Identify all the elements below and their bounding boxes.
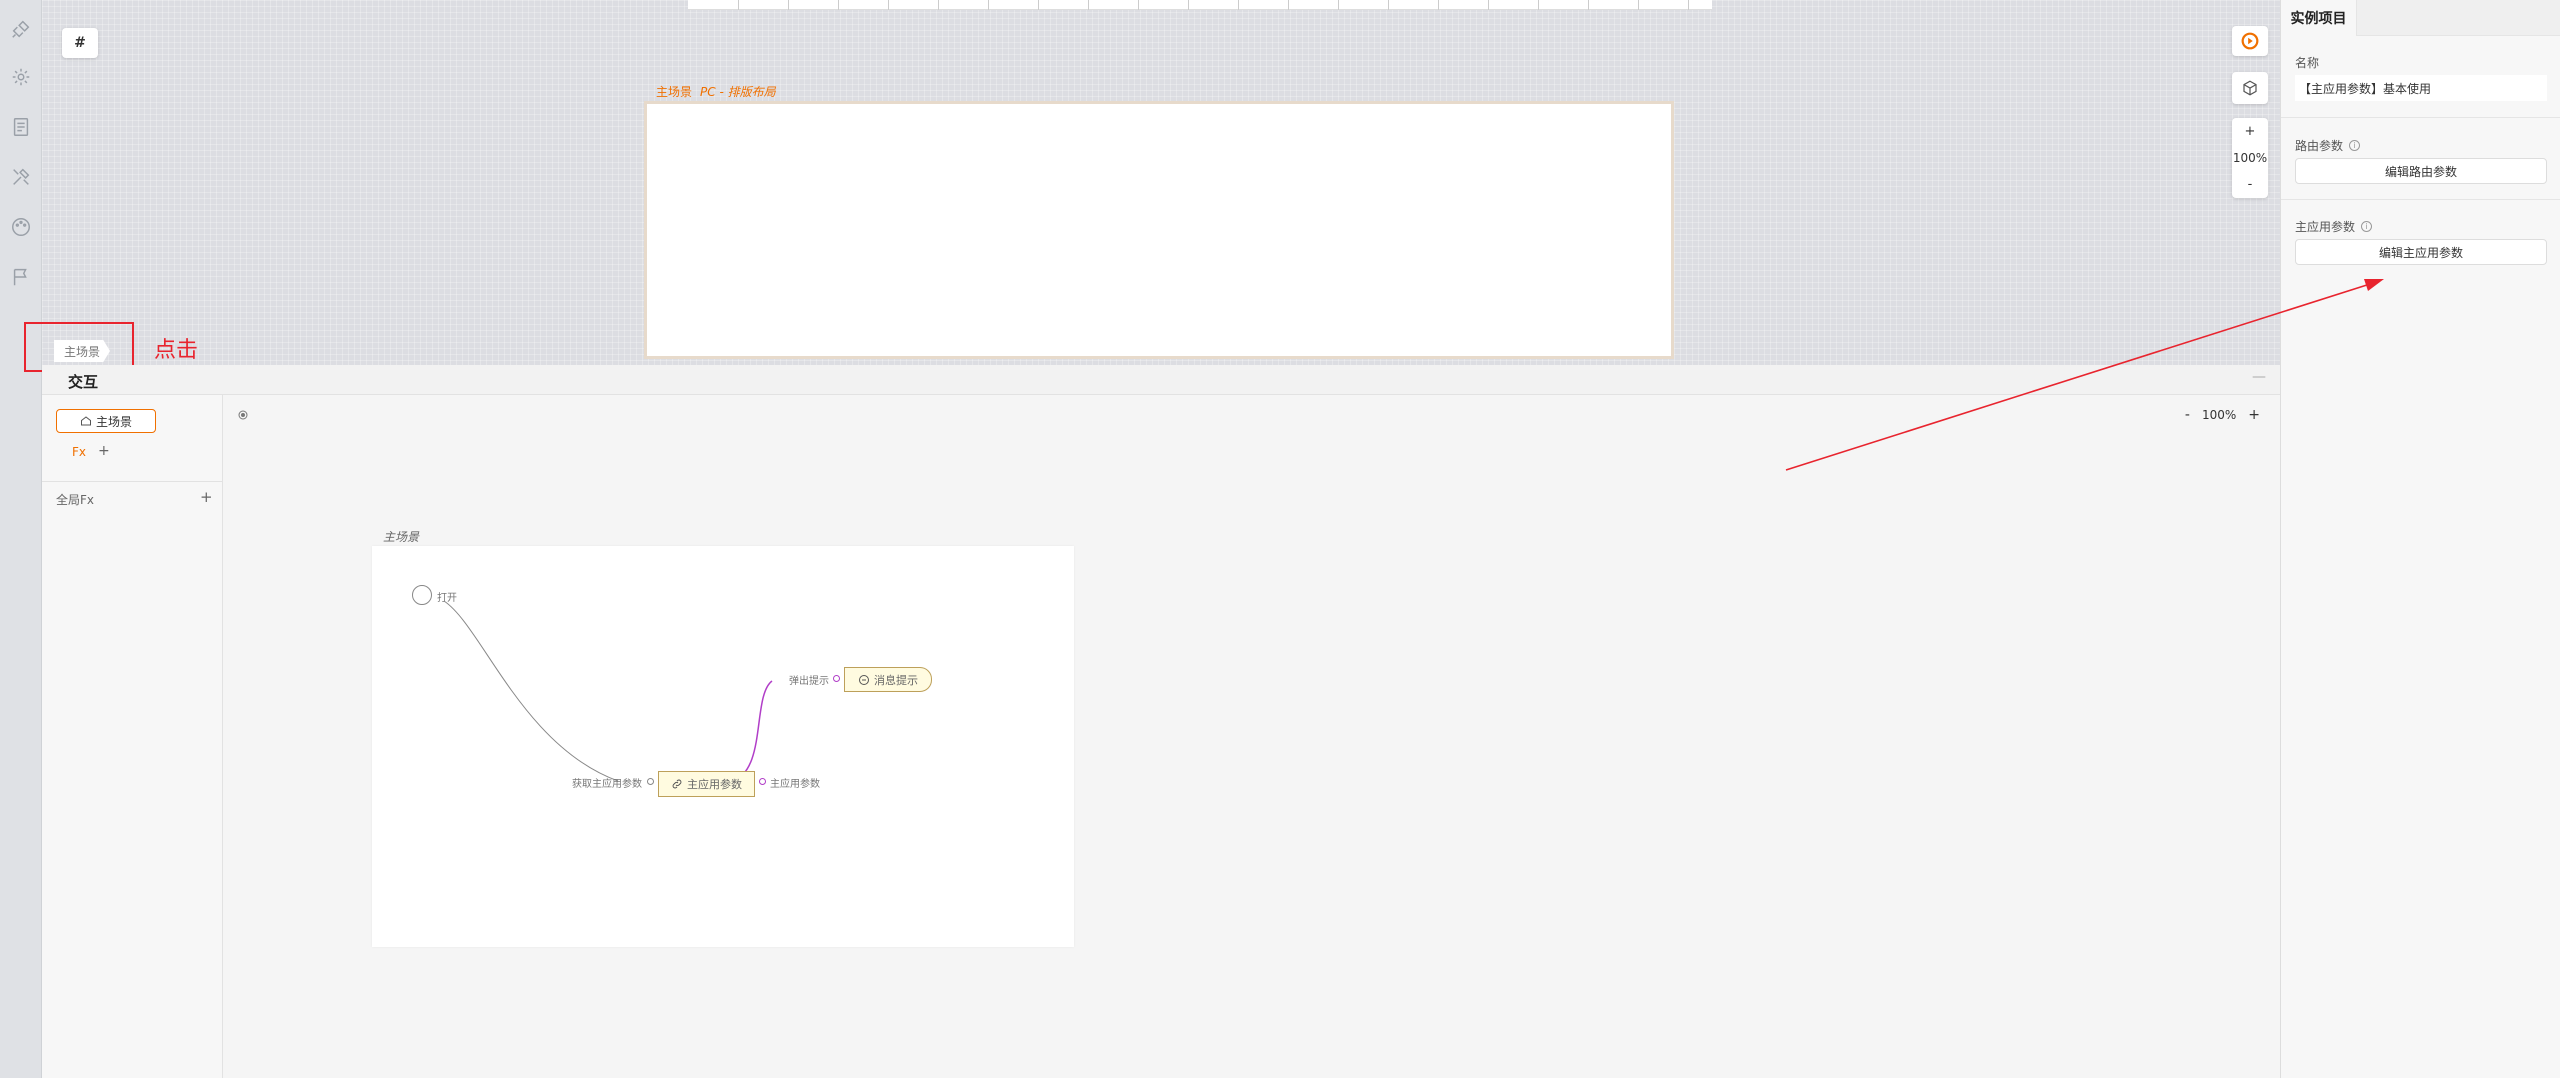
app-params-label: 主应用参数 i	[2295, 218, 2373, 235]
scene-card[interactable]: 打开 获取主应用参数 主应用参数 主应用参数 弹出提示 消息提示	[372, 546, 1074, 947]
property-tabbar: 实例项目	[2281, 0, 2560, 36]
scene-home-icon	[80, 416, 91, 426]
page-frame[interactable]	[644, 101, 1674, 359]
zoom-out-button[interactable]: -	[2248, 177, 2253, 192]
panel-divider	[2281, 117, 2560, 118]
scene-chip[interactable]: 主场景	[56, 409, 156, 433]
scene-layout: PC - 排版布局	[700, 85, 776, 99]
canvas-zoom-control: + 100% -	[2232, 118, 2268, 198]
output-pin[interactable]	[759, 778, 766, 785]
flow-wires	[443, 600, 773, 782]
info-icon[interactable]: i	[2361, 221, 2373, 232]
output-label: 主应用参数	[770, 779, 820, 790]
global-fx-add-button[interactable]: +	[200, 488, 213, 506]
open-label: 打开	[437, 593, 457, 604]
fx-label[interactable]: Fx	[72, 445, 86, 459]
zoom-level: 100%	[2232, 151, 2268, 165]
scene-name: 主场景	[656, 85, 693, 99]
info-icon[interactable]: i	[2349, 140, 2361, 151]
scene-card-title: 主场景	[383, 530, 420, 544]
debug-icon	[2241, 32, 2259, 50]
fx-add-button[interactable]: +	[98, 443, 110, 459]
name-label: 名称	[2295, 54, 2319, 71]
settings-icon[interactable]	[10, 66, 32, 88]
locate-icon[interactable]	[237, 409, 249, 421]
open-start-node[interactable]	[412, 585, 432, 605]
name-input[interactable]: 【主应用参数】基本使用	[2295, 75, 2547, 101]
main-app-params-node[interactable]: 主应用参数	[658, 771, 755, 797]
tab-instance-project[interactable]: 实例项目	[2281, 0, 2357, 36]
pages-icon[interactable]	[10, 116, 32, 138]
global-fx-label: 全局Fx	[56, 493, 95, 507]
scene-chip-label: 主场景	[95, 414, 132, 429]
scene-title: 主场景 PC - 排版布局	[656, 83, 776, 100]
logic-zoom-control: - 100% +	[2185, 407, 2260, 423]
annotation-click-label: 点击	[154, 338, 199, 363]
link-icon	[672, 779, 682, 789]
get-params-label: 获取主应用参数	[572, 779, 642, 790]
cube-icon	[2243, 80, 2257, 96]
horizontal-ruler	[688, 0, 1712, 10]
logic-zoom-in-button[interactable]: +	[2248, 407, 2260, 423]
name-label-text: 名称	[2295, 56, 2320, 70]
left-toolbar	[0, 0, 42, 1078]
message-node[interactable]: 消息提示	[844, 667, 932, 692]
edit-route-params-button[interactable]: 编辑路由参数	[2295, 158, 2547, 184]
collapse-button[interactable]: —	[2252, 369, 2266, 385]
debug-button[interactable]	[2232, 26, 2268, 56]
message-icon	[859, 674, 869, 685]
flag-icon[interactable]	[10, 266, 32, 288]
input-pin[interactable]	[647, 778, 654, 785]
interaction-header: 交互 —	[42, 365, 2280, 395]
logic-zoom-out-button[interactable]: -	[2185, 407, 2190, 423]
3d-view-button[interactable]	[2232, 72, 2268, 104]
route-params-label-text: 路由参数	[2295, 139, 2344, 153]
main-node-label: 主应用参数	[687, 778, 742, 791]
edit-app-params-button[interactable]: 编辑主应用参数	[2295, 239, 2547, 265]
logic-canvas[interactable]: - 100% + 主场景 打开 获取主应用参数 主应用参数 主应用参数 弹出提示…	[223, 395, 2280, 1078]
route-params-label: 路由参数 i	[2295, 137, 2361, 154]
plugin-icon[interactable]	[10, 18, 32, 40]
interaction-sidebar: 主场景 Fx + 全局Fx +	[42, 395, 223, 1078]
logic-zoom-level: 100%	[2201, 408, 2237, 422]
sidebar-divider	[42, 481, 223, 482]
property-panel: 实例项目 名称 【主应用参数】基本使用 路由参数 i 编辑路由参数 主应用参数 …	[2280, 0, 2560, 1078]
popup-pin[interactable]	[833, 675, 840, 682]
message-node-label: 消息提示	[874, 673, 918, 687]
panel-divider	[2281, 199, 2560, 200]
app-params-label-text: 主应用参数	[2295, 220, 2356, 234]
theme-icon[interactable]	[10, 216, 32, 238]
design-canvas[interactable]: # 主场景 PC - 排版布局 + 100% -	[42, 0, 2280, 365]
zoom-in-button[interactable]: +	[2245, 124, 2256, 139]
interaction-title: 交互	[68, 373, 99, 391]
popup-label: 弹出提示	[789, 676, 829, 687]
tools-icon[interactable]	[10, 166, 32, 188]
hash-button[interactable]: #	[62, 28, 98, 58]
